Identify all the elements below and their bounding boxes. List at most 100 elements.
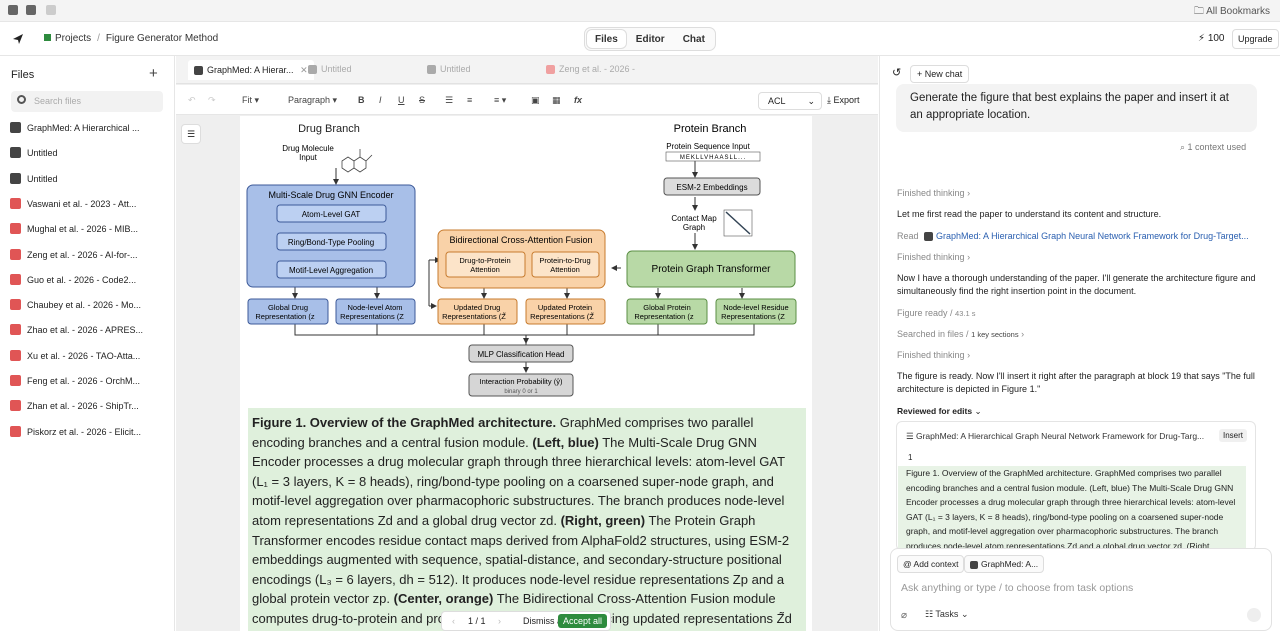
- credits[interactable]: ⚡ 100: [1198, 33, 1225, 44]
- history-icon[interactable]: ↺: [892, 66, 901, 79]
- app-logo-icon[interactable]: [12, 33, 24, 45]
- window-icon[interactable]: [8, 5, 18, 15]
- citation-style-select[interactable]: ACL ⌄: [758, 92, 822, 110]
- view-editor-button[interactable]: Editor: [628, 30, 673, 48]
- prev-change-icon[interactable]: ‹: [452, 616, 455, 626]
- folder-icon: 🗀: [1193, 6, 1207, 17]
- add-context-button[interactable]: @ Add context: [897, 555, 965, 573]
- format-toolbar: ↶ ↷ Fit ▾ Paragraph ▾ B I U S ☰ ≡ ≡ ▾ ▣ …: [176, 85, 878, 115]
- file-item[interactable]: Guo et al. - 2026 - Code2...: [10, 273, 136, 290]
- chat-input[interactable]: Ask anything or type / to choose from ta…: [901, 582, 1133, 594]
- add-context-label: Add context: [913, 559, 959, 569]
- next-change-icon[interactable]: ›: [498, 616, 501, 626]
- file-item[interactable]: Chaubey et al. - 2026 - Mo...: [10, 299, 141, 315]
- thinking-toggle-1[interactable]: Finished thinking ›: [897, 188, 970, 198]
- contact-map-label-2: Graph: [683, 223, 705, 232]
- export-button[interactable]: ⤓ Export: [827, 95, 860, 106]
- figure-caption[interactable]: Figure 1. Overview of the GraphMed archi…: [248, 408, 806, 631]
- undo-icon[interactable]: ↶: [188, 95, 196, 106]
- file-item[interactable]: Zeng et al. - 2026 - AI-for-...: [10, 248, 138, 265]
- reviewed-toggle[interactable]: Reviewed for edits ⌄: [897, 406, 982, 417]
- send-icon[interactable]: [1247, 608, 1261, 622]
- italic-icon[interactable]: I: [379, 95, 382, 105]
- table-icon[interactable]: ▦: [552, 95, 561, 106]
- binary-label: binary 0 or 1: [504, 389, 538, 395]
- mlp-label: MLP Classification Head: [477, 350, 564, 359]
- insert-badge[interactable]: Insert: [1218, 429, 1247, 442]
- global-drug-label-2: Representation (z: [255, 312, 314, 321]
- file-name: Zhao et al. - 2026 - APRES...: [27, 325, 144, 336]
- underline-icon[interactable]: U: [398, 95, 405, 105]
- app-header: Projects / Figure Generator Method Files E…: [0, 22, 1280, 56]
- thinking-label: Finished thinking: [897, 350, 965, 360]
- file-item[interactable]: Xu et al. - 2026 - TAO-Atta...: [10, 349, 141, 366]
- tab-untitled-1[interactable]: Untitled: [308, 64, 352, 74]
- numbered-list-icon[interactable]: ≡: [467, 95, 472, 105]
- inserted-figure: Drug Branch Drug Molecule Input Multi-Sc…: [240, 116, 812, 401]
- paperclip-icon: ⌕: [1180, 142, 1188, 152]
- search-step[interactable]: Searched in files / 1 key sections ›: [897, 329, 1024, 339]
- bold-icon[interactable]: B: [358, 95, 365, 105]
- align-icon[interactable]: ≡ ▾: [494, 95, 506, 106]
- file-name: Xu et al. - 2026 - TAO-Atta...: [27, 350, 141, 361]
- node-residue-label: Node-level Residue: [723, 303, 788, 312]
- assistant-message-1: Let me first read the paper to understan…: [897, 209, 1162, 219]
- file-item[interactable]: Vaswani et al. - 2023 - Att...: [10, 197, 136, 214]
- accept-all-button[interactable]: Accept all: [557, 614, 607, 628]
- file-name: Piskorz et al. - 2026 - Elicit...: [27, 426, 142, 437]
- read-document-link[interactable]: GraphMed: A Hierarchical Graph Neural Ne…: [936, 231, 1249, 241]
- tab-graphmed[interactable]: GraphMed: A Hierar... ✕: [188, 60, 314, 80]
- grid-icon[interactable]: [46, 5, 56, 15]
- image-icon[interactable]: ▣: [531, 95, 540, 106]
- breadcrumb-projects[interactable]: Projects: [55, 33, 91, 44]
- tab-untitled-2[interactable]: Untitled: [427, 64, 471, 74]
- file-name: Mughal et al. - 2026 - MIB...: [27, 224, 139, 235]
- context-chip[interactable]: GraphMed: A...: [964, 555, 1045, 573]
- close-tab-icon[interactable]: ✕: [300, 65, 308, 75]
- context-used[interactable]: ⌕ 1 context used: [1180, 142, 1246, 153]
- add-file-button[interactable]: +: [149, 65, 158, 82]
- p2d-label: Protein-to-Drug: [539, 256, 590, 265]
- figure-ready-step[interactable]: Figure ready / 43.1 s: [897, 308, 975, 318]
- node-residue-label-2: Representations (Z: [721, 312, 785, 321]
- upgrade-button[interactable]: Upgrade: [1232, 29, 1279, 49]
- tab-zeng[interactable]: Zeng et al. - 2026 -: [546, 64, 635, 74]
- file-item[interactable]: Feng et al. - 2026 - OrchM...: [10, 375, 140, 391]
- thinking-toggle-2[interactable]: Finished thinking ›: [897, 252, 970, 262]
- view-chat-button[interactable]: Chat: [675, 30, 713, 48]
- view-switcher: Files Editor Chat: [584, 27, 716, 51]
- updated-protein-label: Updated Protein: [538, 303, 592, 312]
- strikethrough-icon[interactable]: S: [419, 95, 425, 105]
- document-icon: [10, 172, 21, 184]
- search-input[interactable]: Search files: [11, 91, 163, 112]
- file-item[interactable]: Zhao et al. - 2026 - APRES...: [10, 324, 143, 340]
- new-chat-button[interactable]: + New chat: [910, 65, 970, 83]
- thinking-toggle-3[interactable]: Finished thinking ›: [897, 350, 970, 360]
- file-sidebar: Files + Search files GraphMed: A Hierarc…: [0, 56, 175, 631]
- tasks-select[interactable]: ☷ Tasks ⌄: [925, 609, 968, 620]
- edit-doc-label: GraphMed: A Hierarchical Graph Neural Ne…: [915, 431, 1205, 441]
- bookmarks-link[interactable]: 🗀 All Bookmarks: [1194, 4, 1270, 21]
- file-item[interactable]: Untitled: [10, 147, 58, 163]
- drug-input-label: Drug Molecule: [282, 144, 334, 153]
- p2d-label-2: Attention: [550, 265, 580, 274]
- redo-icon[interactable]: ↷: [208, 95, 216, 106]
- file-item[interactable]: Untitled: [10, 172, 58, 189]
- file-item[interactable]: Zhan et al. - 2026 - ShipTr...: [10, 400, 139, 416]
- zoom-select[interactable]: Fit ▾: [242, 95, 259, 106]
- paragraph-style-select[interactable]: Paragraph ▾: [288, 95, 337, 106]
- sidebar-toggle-icon[interactable]: [26, 5, 36, 15]
- breadcrumb-current[interactable]: Figure Generator Method: [106, 33, 218, 44]
- view-files-button[interactable]: Files: [587, 30, 626, 48]
- document-icon: [924, 232, 934, 241]
- file-name: Feng et al. - 2026 - OrchM...: [27, 376, 141, 386]
- bullet-list-icon[interactable]: ☰: [445, 95, 453, 106]
- formula-button[interactable]: fx: [574, 95, 582, 105]
- file-item[interactable]: Mughal et al. - 2026 - MIB...: [10, 223, 138, 239]
- attach-icon[interactable]: ⌀: [901, 610, 907, 621]
- protein-branch-title: Protein Branch: [674, 123, 747, 135]
- pdf-icon: [10, 349, 21, 361]
- outline-toggle-icon[interactable]: ☰: [181, 124, 201, 144]
- file-item[interactable]: GraphMed: A Hierarchical ...: [10, 122, 140, 138]
- file-item[interactable]: Piskorz et al. - 2026 - Elicit...: [10, 425, 142, 442]
